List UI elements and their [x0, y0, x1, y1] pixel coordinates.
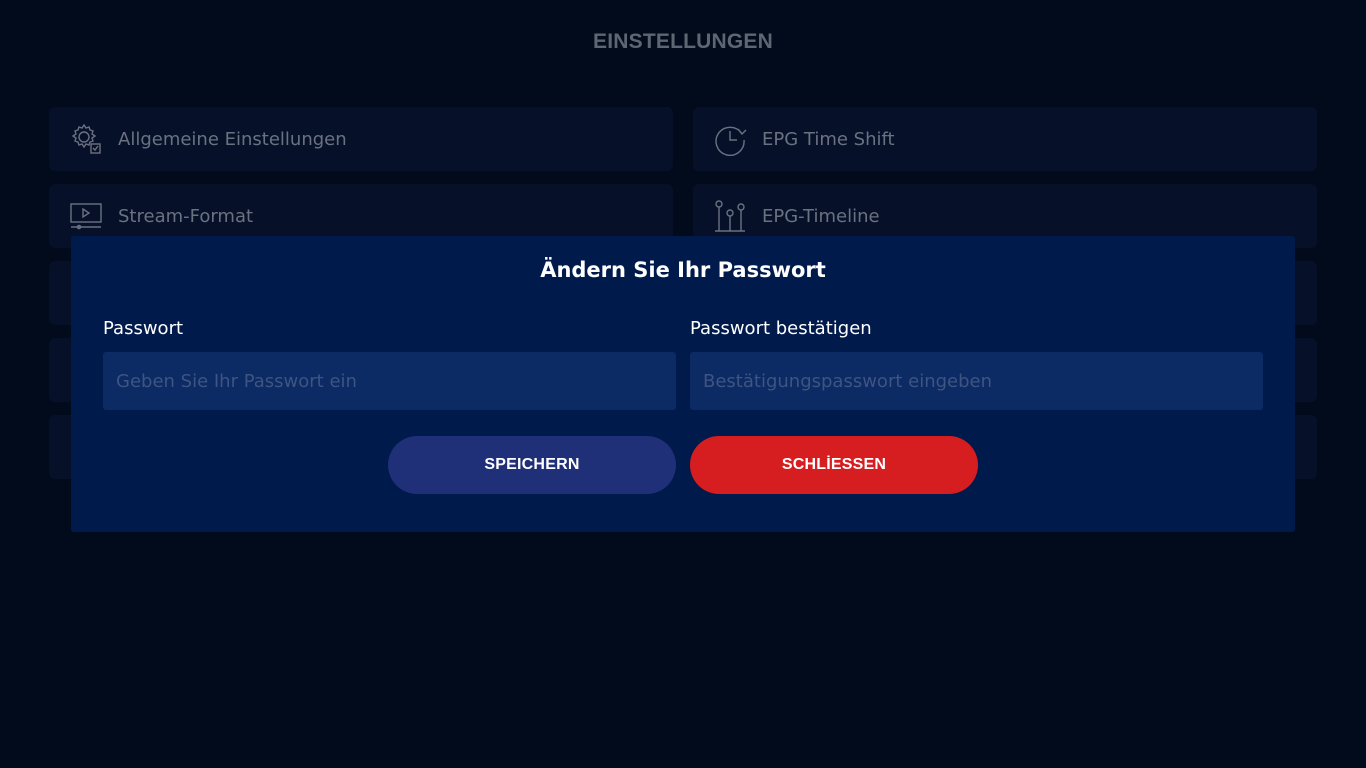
- clock-icon: [713, 122, 747, 156]
- password-label: Passwort: [103, 318, 184, 339]
- tile-general-settings[interactable]: Allgemeine Einstellungen: [49, 107, 673, 171]
- save-button[interactable]: SPEICHERN: [388, 436, 676, 494]
- confirm-password-label: Passwort bestätigen: [690, 318, 872, 339]
- tile-label: EPG Time Shift: [762, 128, 895, 150]
- password-input[interactable]: [103, 352, 676, 410]
- monitor-play-icon: [69, 199, 103, 233]
- change-password-dialog: Ändern Sie Ihr Passwort Passwort Passwor…: [71, 236, 1295, 532]
- tile-label: Allgemeine Einstellungen: [118, 128, 347, 150]
- close-button[interactable]: SCHLİESSEN: [690, 436, 978, 494]
- confirm-password-input[interactable]: [690, 352, 1263, 410]
- gear-icon: [69, 122, 103, 156]
- tile-label: Stream-Format: [118, 205, 254, 227]
- page-title: EINSTELLUNGEN: [593, 30, 773, 53]
- timeline-icon: [713, 199, 747, 233]
- tile-epg-time-shift[interactable]: EPG Time Shift: [693, 107, 1317, 171]
- settings-page: EINSTELLUNGEN Allgemeine Einstellungen E…: [0, 0, 1366, 768]
- dialog-title: Ändern Sie Ihr Passwort: [540, 258, 826, 282]
- tile-label: EPG-Timeline: [762, 205, 880, 227]
